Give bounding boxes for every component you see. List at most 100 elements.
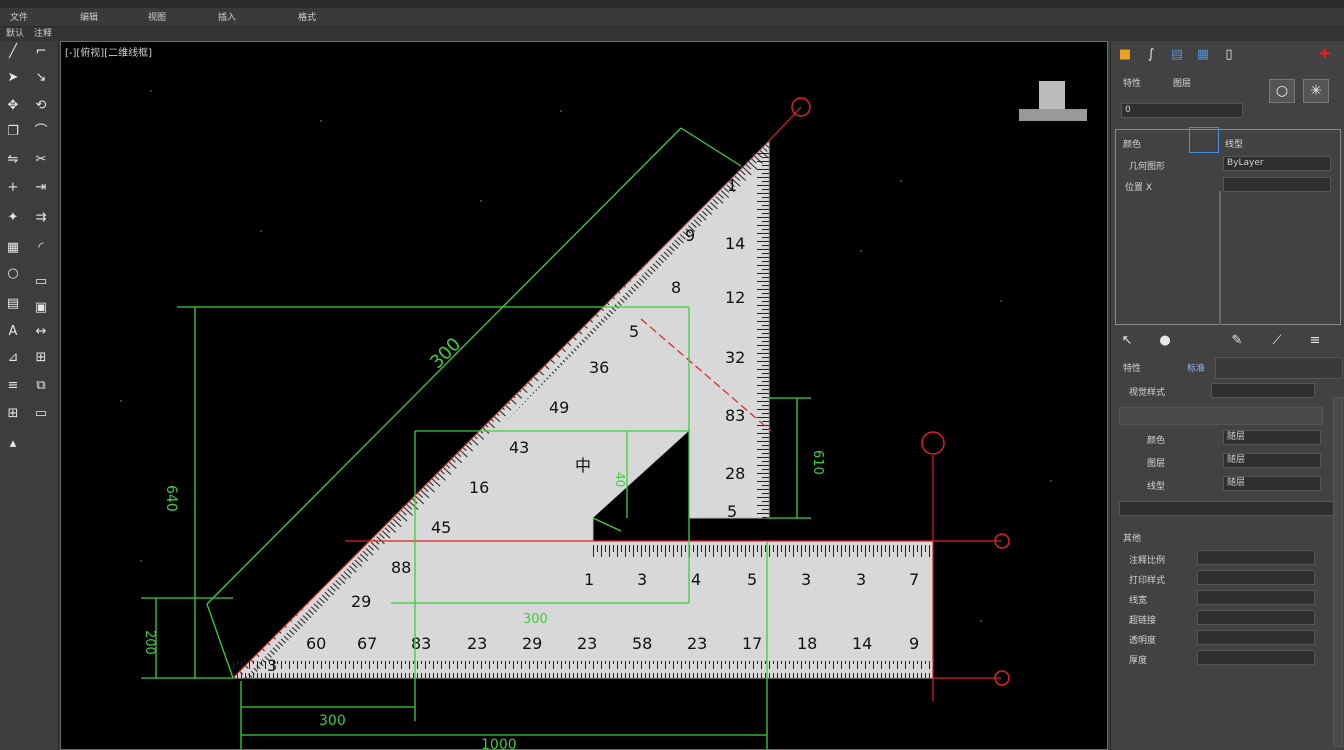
- title-bar: [0, 0, 1344, 8]
- arc-icon[interactable]: ⌒: [30, 122, 52, 142]
- row-value-3[interactable]: 随层: [1223, 476, 1321, 491]
- props-tab[interactable]: 标准: [1187, 361, 1205, 374]
- marker-2: [921, 431, 945, 455]
- row-label-3: 线型: [1147, 482, 1166, 492]
- menu-format[interactable]: 格式: [298, 10, 316, 23]
- layer-icon[interactable]: ≡: [2, 376, 24, 396]
- visual-style-dropdown[interactable]: [1211, 383, 1315, 398]
- low-row-num-11: 14: [852, 634, 872, 653]
- add-icon[interactable]: +: [2, 178, 24, 198]
- text-icon[interactable]: A: [2, 322, 24, 342]
- base-small-mark-2: 29: [351, 592, 371, 611]
- menu-insert[interactable]: 插入: [218, 10, 236, 23]
- low-row-num-6: 23: [577, 634, 597, 653]
- star-tool-button[interactable]: ✳: [1303, 79, 1329, 103]
- trim-icon[interactable]: ✂: [30, 150, 52, 170]
- layer-dropdown[interactable]: 0: [1121, 103, 1243, 118]
- hyp-num-5: 83: [725, 406, 745, 425]
- drawing-canvas[interactable]: [-][俯视][二维线框] 1 14 12 32 83 28 5 9 8 36 …: [60, 41, 1108, 750]
- pointer-icon[interactable]: ➤: [2, 68, 24, 88]
- circle-icon[interactable]: ○: [2, 264, 24, 284]
- color-swatch[interactable]: [1189, 127, 1219, 153]
- row-value-2[interactable]: 随层: [1223, 453, 1321, 468]
- panel-scrollbar[interactable]: [1333, 397, 1343, 747]
- hatch-icon[interactable]: ▤: [2, 294, 24, 314]
- hyp-num-8: 9: [685, 226, 695, 245]
- left-toolbar: ╱ ⌐ ➤ ↘ ✥ ⟲ ❐ ⌒ ⇋ ✂ + ⇥ ✦ ⇉ ▦ ◜ ○ ▭ ▤ ▣ …: [0, 42, 59, 750]
- polyline-icon[interactable]: ⌐: [30, 42, 52, 62]
- palette-icon[interactable]: ▦: [1193, 45, 1213, 65]
- props-header: 特性: [1123, 364, 1142, 374]
- misc-value-1[interactable]: [1197, 550, 1315, 565]
- document-icon[interactable]: ▯: [1219, 45, 1239, 65]
- line-icon[interactable]: ╱: [2, 42, 24, 62]
- menu-edit[interactable]: 编辑: [80, 10, 98, 23]
- dim-base-left: 300: [319, 713, 346, 729]
- misc-row-5: 透明度: [1129, 636, 1157, 646]
- menu-view[interactable]: 视图: [148, 10, 166, 23]
- close-icon[interactable]: ✚: [1315, 45, 1335, 65]
- linetype-dropdown[interactable]: ByLayer: [1223, 156, 1331, 171]
- offset-icon[interactable]: ⇉: [30, 208, 52, 228]
- dim-left-height: 640: [163, 485, 179, 512]
- misc-value-6[interactable]: [1197, 650, 1315, 665]
- rectangle-icon[interactable]: ▭: [30, 272, 52, 292]
- drop-icon[interactable]: ●: [1155, 331, 1175, 351]
- general-group-header[interactable]: [1119, 407, 1323, 425]
- snap-icon[interactable]: ✦: [2, 208, 24, 228]
- top-row-num-3: 4: [691, 570, 701, 589]
- measure-icon[interactable]: ⊿: [2, 348, 24, 368]
- array-icon[interactable]: ▦: [2, 238, 24, 258]
- layers-icon[interactable]: ▤: [1167, 45, 1187, 65]
- dimension-icon[interactable]: ↔: [30, 322, 52, 342]
- viewcube-widget[interactable]: [1019, 81, 1087, 121]
- hyp-num-1: 1: [727, 176, 737, 195]
- rotate-icon[interactable]: ⟲: [30, 96, 52, 116]
- block-icon[interactable]: ▣: [30, 298, 52, 318]
- slope-icon[interactable]: ⟋: [1267, 331, 1287, 351]
- row-value-1[interactable]: 随层: [1223, 430, 1321, 445]
- position-field[interactable]: [1223, 177, 1331, 192]
- misc-value-5[interactable]: [1197, 630, 1315, 645]
- properties-panel: ■ ∫ ▤ ▦ ▯ ✚ 特性 图层 0 ○ ✳ 颜色 线型 几何图形 ByLay…: [1110, 41, 1344, 750]
- menu-file[interactable]: 文件: [10, 10, 28, 23]
- copy-icon[interactable]: ❐: [2, 122, 24, 142]
- top-row-num-6: 3: [856, 570, 866, 589]
- fillet-icon[interactable]: ◜: [30, 238, 52, 258]
- misc-value-4[interactable]: [1197, 610, 1315, 625]
- menu-bar: 文件 编辑 视图 插入 格式: [0, 8, 1344, 27]
- top-row-num-2: 3: [637, 570, 647, 589]
- circle-tool-button[interactable]: ○: [1269, 79, 1295, 103]
- top-row-num-4: 5: [747, 570, 757, 589]
- tab-annotate[interactable]: 注释: [34, 27, 52, 41]
- misc-value-3[interactable]: [1197, 590, 1315, 605]
- grid-icon[interactable]: ⊞: [2, 404, 24, 424]
- pencil-icon[interactable]: ✎: [1227, 331, 1247, 351]
- arrow-tool-icon[interactable]: ↖: [1117, 331, 1137, 351]
- search-field[interactable]: [1119, 501, 1335, 516]
- geometry-label: 几何图形: [1129, 162, 1166, 172]
- group-icon[interactable]: ⧉: [30, 376, 52, 396]
- grid-divider: [1219, 191, 1221, 325]
- misc-value-2[interactable]: [1197, 570, 1315, 585]
- row-label-1: 颜色: [1147, 436, 1166, 446]
- table-icon[interactable]: ⊞: [30, 348, 52, 368]
- misc-title: 其他: [1123, 534, 1142, 544]
- more-icon[interactable]: ▴: [2, 434, 24, 454]
- center-mark: 中: [575, 456, 591, 475]
- folder-icon[interactable]: ■: [1115, 45, 1135, 65]
- mirror-icon[interactable]: ⇋: [2, 150, 24, 170]
- top-row-num-5: 3: [801, 570, 811, 589]
- menu-icon[interactable]: ≡: [1305, 331, 1325, 351]
- move-icon[interactable]: ✥: [2, 96, 24, 116]
- hyp-num-14: 45: [431, 518, 451, 537]
- ray-icon[interactable]: ↘: [30, 68, 52, 88]
- low-row-num-12: 9: [909, 634, 919, 653]
- hyp-num-3: 12: [725, 288, 745, 307]
- brush-icon[interactable]: ∫: [1141, 45, 1161, 65]
- window-icon[interactable]: ▭: [30, 404, 52, 424]
- low-row-num-7: 58: [632, 634, 652, 653]
- tab-default[interactable]: 默认: [6, 27, 24, 41]
- extend-icon[interactable]: ⇥: [30, 178, 52, 198]
- base-small-mark: 3: [267, 656, 277, 675]
